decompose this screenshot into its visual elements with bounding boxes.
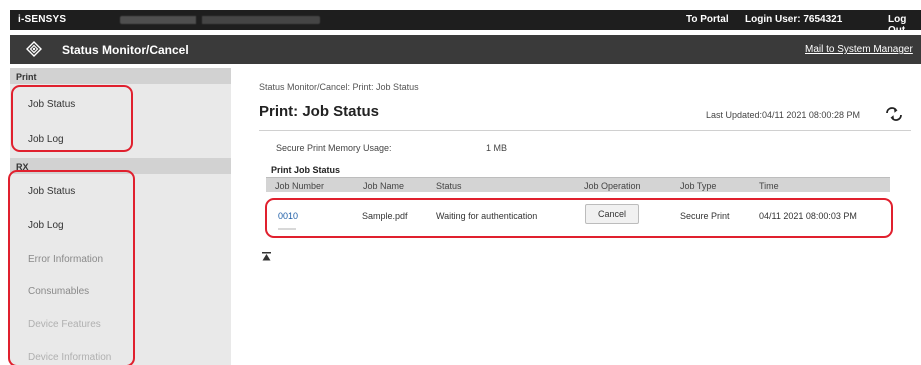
sidebar-item-print-job-log[interactable]: Job Log xyxy=(10,134,231,145)
sidebar-header-print: Print xyxy=(10,68,231,84)
job-number-underline xyxy=(278,228,296,230)
time-cell: 04/11 2021 08:00:03 PM xyxy=(759,211,857,221)
column-job-name: Job Name xyxy=(363,181,405,191)
sidebar-item-device-information[interactable]: Device Information xyxy=(10,352,231,363)
brand-label: i-SENSYS xyxy=(18,14,67,25)
status-cell: Waiting for authentication xyxy=(436,211,538,221)
title-bar: Status Monitor/Cancel Mail to System Man… xyxy=(10,35,921,64)
table-header: Job Number Job Name Status Job Operation… xyxy=(266,177,890,192)
page-title: Print: Job Status xyxy=(259,103,380,120)
last-updated-label: Last Updated:04/11 2021 08:00:28 PM xyxy=(706,110,860,120)
title-divider xyxy=(259,130,911,131)
back-to-top-icon[interactable] xyxy=(262,252,271,261)
sidebar-header-rx: RX xyxy=(10,158,231,174)
refresh-icon[interactable] xyxy=(884,107,904,121)
sidebar-item-device-features[interactable]: Device Features xyxy=(10,319,231,330)
column-job-number: Job Number xyxy=(275,181,325,191)
canon-logo-icon xyxy=(26,41,42,57)
sidebar: Print Job Status Job Log RX Job Status J… xyxy=(10,68,231,365)
column-time: Time xyxy=(759,181,779,191)
table-row: 0010 Sample.pdf Waiting for authenticati… xyxy=(266,193,890,234)
sidebar-item-error-information[interactable]: Error Information xyxy=(10,254,231,265)
job-number-link[interactable]: 0010 xyxy=(278,211,298,221)
device-name-blurred xyxy=(120,16,320,24)
breadcrumb: Status Monitor/Cancel: Print: Job Status xyxy=(259,82,419,92)
sidebar-item-rx-job-status[interactable]: Job Status xyxy=(10,186,231,197)
page: i-SENSYS To Portal Login User: 7654321 L… xyxy=(0,0,921,365)
sidebar-item-print-job-status[interactable]: Job Status xyxy=(10,99,231,110)
login-user-label: Login User: 7654321 xyxy=(745,14,843,25)
job-name-cell: Sample.pdf xyxy=(362,211,408,221)
column-status: Status xyxy=(436,181,462,191)
section-title: Print Job Status xyxy=(271,165,341,175)
column-job-operation: Job Operation xyxy=(584,181,641,191)
log-out-link[interactable]: Log Out xyxy=(888,14,921,36)
memory-usage-label: Secure Print Memory Usage: xyxy=(276,143,392,153)
cancel-button[interactable]: Cancel xyxy=(585,204,639,224)
app-title: Status Monitor/Cancel xyxy=(62,43,189,57)
sidebar-item-consumables[interactable]: Consumables xyxy=(10,286,231,297)
sidebar-item-rx-job-log[interactable]: Job Log xyxy=(10,220,231,231)
top-bar: i-SENSYS To Portal Login User: 7654321 L… xyxy=(10,10,921,36)
job-type-cell: Secure Print xyxy=(680,211,730,221)
mail-to-system-manager-link[interactable]: Mail to System Manager xyxy=(805,44,913,55)
to-portal-link[interactable]: To Portal xyxy=(686,14,729,25)
memory-usage-value: 1 MB xyxy=(486,143,508,153)
column-job-type: Job Type xyxy=(680,181,717,191)
